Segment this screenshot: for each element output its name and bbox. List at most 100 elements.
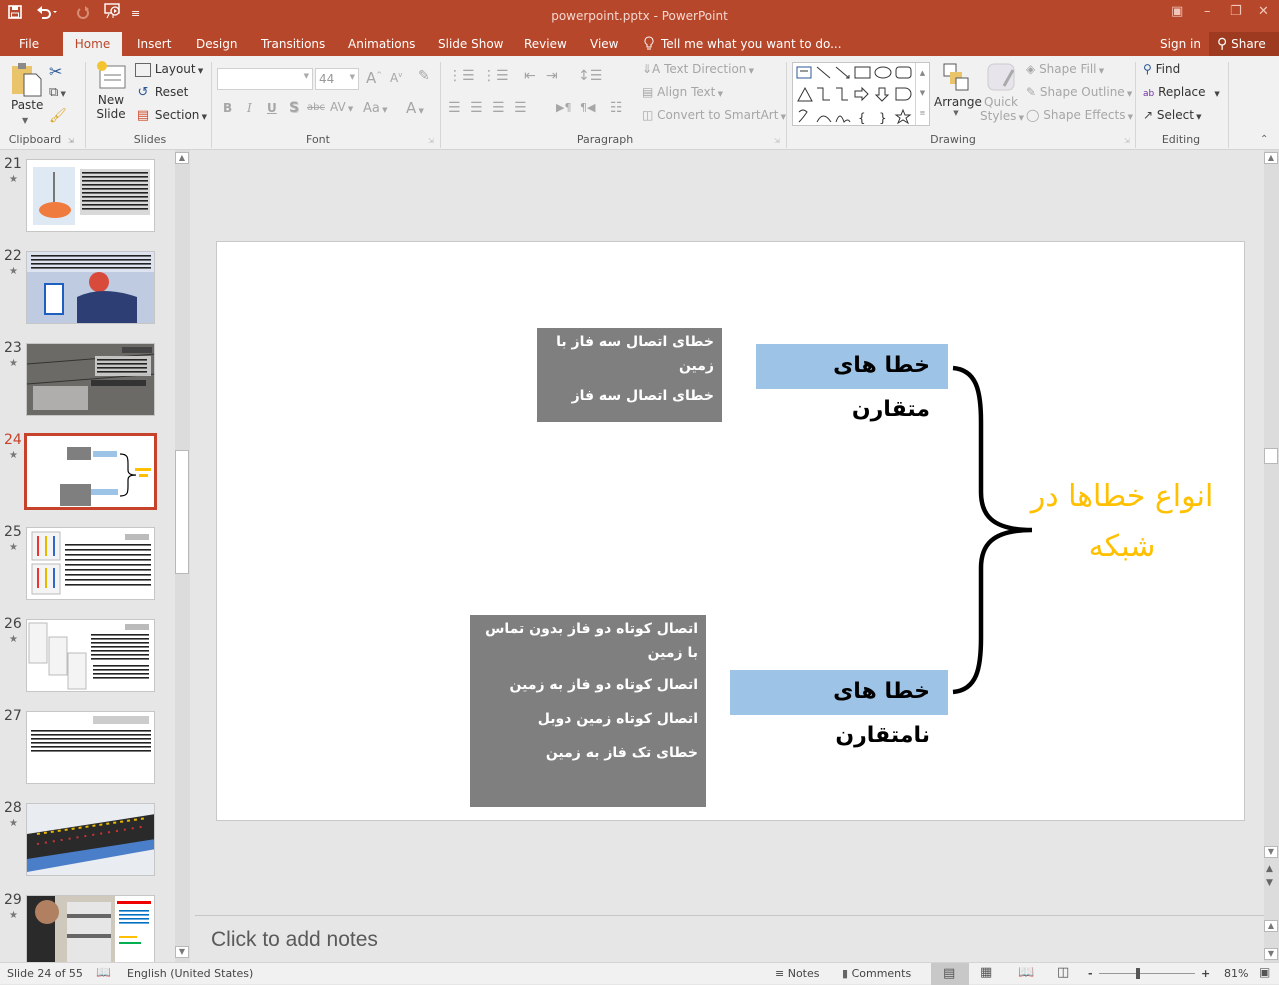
increase-indent-icon[interactable]: ⇥	[546, 68, 558, 84]
dialog-launcher-icon[interactable]: ⇲	[1124, 137, 1130, 145]
font-size-input[interactable]: 44 ▼	[315, 68, 359, 90]
clear-formatting-icon[interactable]: ✎	[418, 68, 430, 84]
select-button[interactable]: ↗ Select ▼	[1143, 108, 1202, 122]
minimize-icon[interactable]: –	[1204, 4, 1211, 19]
convert-smartart-button[interactable]: ◫ Convert to SmartArt ▼	[642, 108, 786, 122]
numbering-icon[interactable]: ⋮☰	[482, 68, 509, 84]
bold-button[interactable]: B	[223, 101, 232, 115]
share-button[interactable]: ⚲ Share	[1209, 32, 1279, 56]
change-case-button[interactable]: Aa ▼	[363, 101, 387, 116]
slide-thumbnail[interactable]	[26, 895, 155, 968]
tab-design[interactable]: Design	[187, 32, 246, 56]
reset-button[interactable]: ↺ Reset	[135, 85, 189, 100]
next-slide-icon[interactable]: ▼	[1266, 878, 1273, 888]
slide-thumbnail[interactable]	[26, 159, 155, 232]
shape-fill-button[interactable]: ◈ Shape Fill ▼	[1026, 62, 1104, 76]
ltr-icon[interactable]: ▶¶	[556, 101, 571, 114]
notes-placeholder[interactable]: Click to add notes	[211, 928, 378, 952]
tab-transitions[interactable]: Transitions	[252, 32, 334, 56]
symmetric-faults-list[interactable]: خطای اتصال سه فاز با زمین خطای اتصال سه …	[537, 328, 722, 422]
decrease-font-icon[interactable]: Av	[390, 71, 402, 85]
editor-scrollbar[interactable]: ▲ ▼ ▲ ▼ ▲ ▼	[1264, 150, 1279, 962]
reading-view-icon[interactable]: 📖	[1018, 965, 1034, 980]
align-left-icon[interactable]: ☰	[448, 100, 461, 116]
strikethrough-button[interactable]: abc	[307, 102, 325, 113]
scroll-down-button[interactable]: ▼	[175, 946, 189, 958]
tab-slide-show[interactable]: Slide Show	[429, 32, 512, 56]
thumbnail-scrollbar[interactable]: ▲ ▼	[175, 150, 190, 962]
tab-file[interactable]: File	[10, 32, 48, 56]
slide-thumbnail[interactable]	[24, 433, 157, 510]
increase-font-icon[interactable]: A^	[366, 69, 382, 87]
tab-animations[interactable]: Animations	[339, 32, 424, 56]
sign-in-link[interactable]: Sign in	[1151, 32, 1210, 56]
rtl-icon[interactable]: ¶◀	[580, 101, 595, 114]
scroll-up-button[interactable]: ▲	[1264, 152, 1278, 164]
tab-home[interactable]: Home	[63, 32, 122, 56]
text-shadow-button[interactable]: S	[289, 100, 299, 116]
slide-sorter-icon[interactable]: ▦	[980, 965, 992, 980]
scroll-thumb[interactable]	[1264, 448, 1278, 464]
copy-icon[interactable]: ⧉ ▼	[49, 85, 66, 100]
replace-button[interactable]: ab Replace ▼	[1143, 85, 1220, 99]
shape-effects-button[interactable]: ◯ Shape Effects ▼	[1026, 108, 1133, 122]
comments-toggle[interactable]: ▮ Comments	[842, 967, 911, 980]
underline-button[interactable]: U	[267, 101, 277, 115]
asymmetric-faults-label[interactable]: خطا های نامتقارن	[730, 670, 948, 748]
slide-thumbnail[interactable]	[26, 527, 155, 600]
zoom-out-button[interactable]: -	[1088, 967, 1093, 980]
tab-review[interactable]: Review	[515, 32, 576, 56]
slide-thumbnail[interactable]	[26, 251, 155, 324]
notes-scroll-down[interactable]: ▼	[1264, 948, 1278, 960]
tab-insert[interactable]: Insert	[128, 32, 180, 56]
align-right-icon[interactable]: ☰	[492, 100, 505, 116]
text-direction-button[interactable]: ⇓A Text Direction ▼	[642, 62, 754, 76]
layout-button[interactable]: Layout ▼	[135, 62, 203, 77]
slide-thumbnail[interactable]	[26, 343, 155, 416]
columns-icon[interactable]: ☷	[610, 100, 623, 116]
slideshow-view-icon[interactable]: ◫	[1057, 965, 1069, 980]
spell-check-icon[interactable]: 📖	[96, 965, 111, 979]
collapse-ribbon-icon[interactable]: ⌃	[1260, 134, 1268, 145]
slide-thumbnail[interactable]	[26, 711, 155, 784]
justify-icon[interactable]: ☰	[514, 100, 527, 116]
language-indicator[interactable]: English (United States)	[127, 967, 253, 980]
italic-button[interactable]: I	[247, 101, 252, 115]
format-painter-icon[interactable]: 🖌	[49, 108, 67, 124]
gallery-scroll[interactable]: ▲ ▼ ≡	[915, 63, 929, 125]
zoom-in-button[interactable]: +	[1201, 967, 1210, 980]
asymmetric-faults-list[interactable]: اتصال کوتاه دو فاز بدون تماس با زمین اتص…	[470, 615, 706, 807]
paste-button[interactable]: Paste ▼	[10, 62, 44, 125]
slide-canvas[interactable]: خطای اتصال سه فاز با زمین خطای اتصال سه …	[216, 241, 1245, 821]
font-color-button[interactable]: A ▼	[406, 99, 424, 117]
notes-pane[interactable]: Click to add notes	[195, 915, 1264, 962]
bullets-icon[interactable]: ⋮☰	[448, 68, 475, 84]
font-name-input[interactable]: ▼	[217, 68, 313, 90]
ribbon-display-options-icon[interactable]: ▣	[1171, 4, 1183, 19]
align-text-button[interactable]: ▤ Align Text ▼	[642, 85, 723, 99]
tab-view[interactable]: View	[581, 32, 627, 56]
zoom-slider-thumb[interactable]	[1136, 968, 1140, 979]
new-slide-button[interactable]: New Slide	[93, 60, 129, 121]
fit-to-window-icon[interactable]: ▣	[1259, 965, 1270, 979]
slide-title[interactable]: انواع خطاها در شبکه	[1002, 472, 1242, 572]
character-spacing-button[interactable]: AV ▼	[330, 100, 353, 114]
notes-scroll-up[interactable]: ▲	[1264, 920, 1278, 932]
dialog-launcher-icon[interactable]: ⇲	[428, 137, 434, 145]
scroll-thumb[interactable]	[175, 450, 189, 574]
normal-view-button[interactable]: ▤	[931, 963, 969, 985]
align-center-icon[interactable]: ☰	[470, 100, 483, 116]
arrange-button[interactable]: Arrange ▼	[934, 62, 982, 117]
decrease-indent-icon[interactable]: ⇤	[524, 68, 536, 84]
quick-styles-button[interactable]: Quick Styles ▼	[980, 62, 1024, 123]
slide-thumbnail[interactable]	[26, 619, 155, 692]
tell-me-search[interactable]: Tell me what you want to do...	[652, 32, 851, 56]
scroll-down-button[interactable]: ▼	[1264, 846, 1278, 858]
symmetric-faults-label[interactable]: خطا های متقارن	[756, 344, 948, 422]
dialog-launcher-icon[interactable]: ⇲	[68, 137, 74, 145]
notes-toggle[interactable]: ≡ Notes	[775, 967, 820, 980]
section-button[interactable]: ▤ Section ▼	[135, 108, 207, 123]
previous-slide-icon[interactable]: ▲	[1266, 864, 1273, 874]
scroll-up-button[interactable]: ▲	[175, 152, 189, 164]
find-button[interactable]: ⚲ Find	[1143, 62, 1180, 76]
